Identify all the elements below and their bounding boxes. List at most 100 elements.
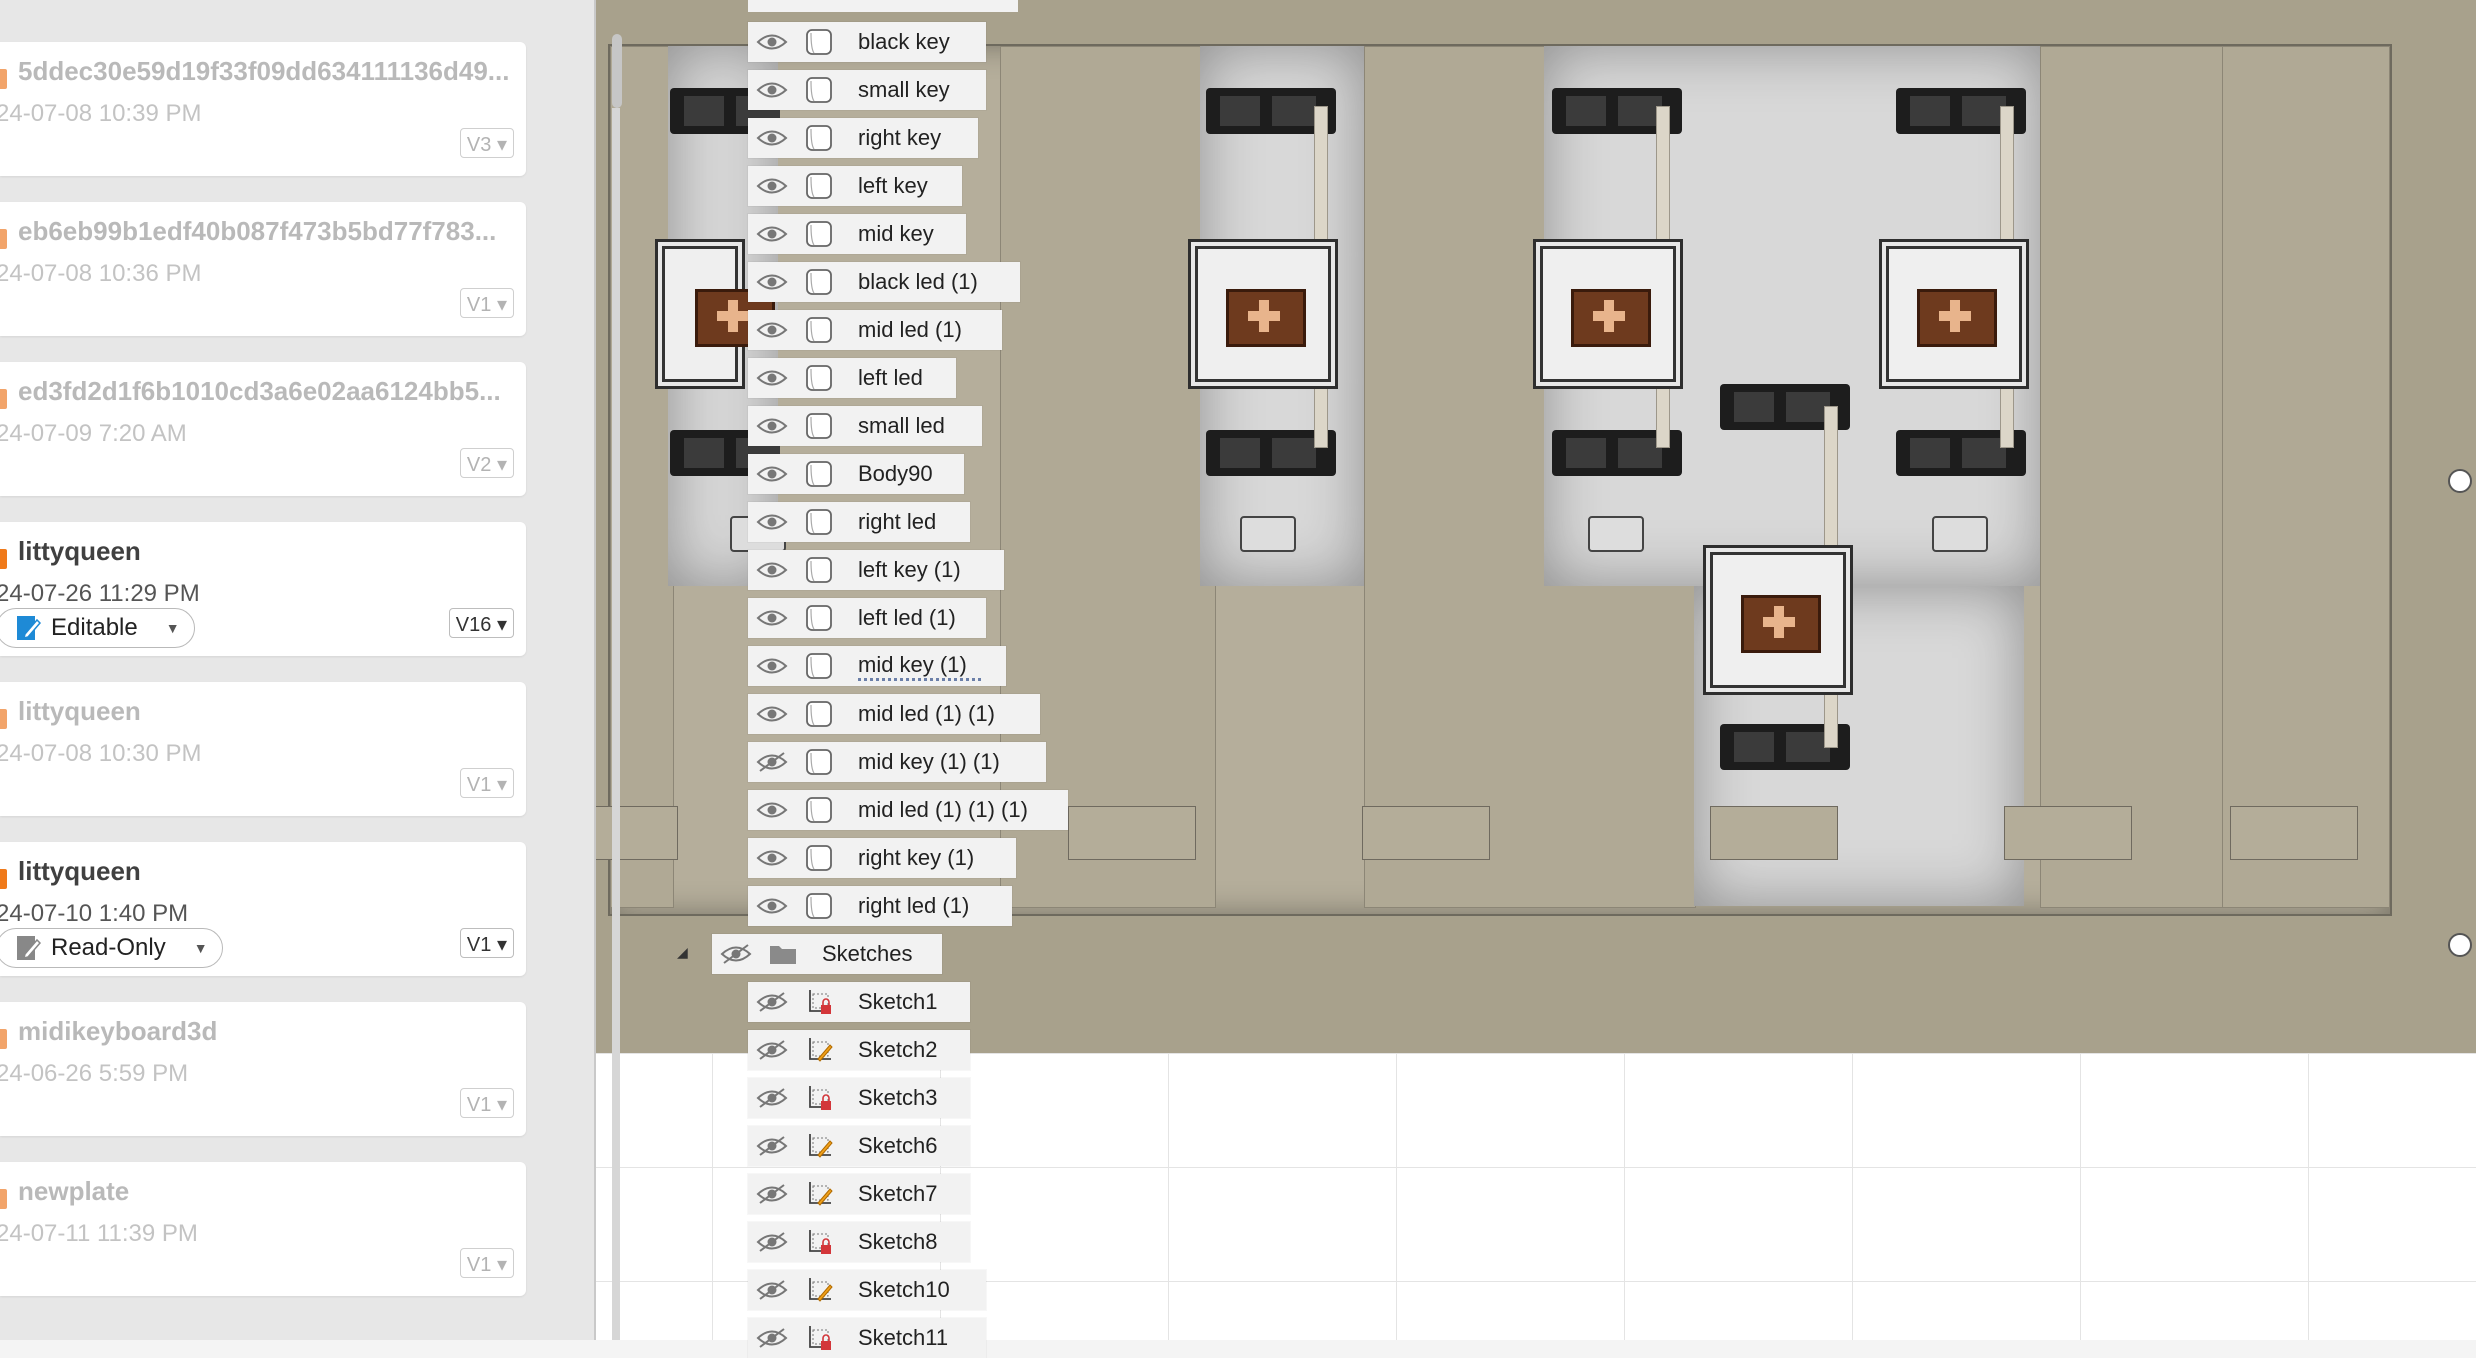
eye-icon[interactable]	[756, 463, 788, 485]
eye-icon[interactable]	[756, 223, 788, 245]
version-dropdown[interactable]: V3 ▾	[459, 128, 514, 158]
eye-hidden-icon[interactable]	[756, 991, 788, 1013]
eye-icon[interactable]	[756, 511, 788, 533]
eye-icon[interactable]	[756, 415, 788, 437]
browser-body-row[interactable]: right led (1)	[748, 886, 1012, 926]
eye-hidden-icon[interactable]	[756, 1183, 788, 1205]
browser-folder-sketches[interactable]: Sketches	[712, 934, 942, 974]
browser-sketch-row[interactable]: Sketch6	[748, 1126, 970, 1166]
version-dropdown[interactable]: V1 ▾	[459, 768, 514, 798]
version-dropdown[interactable]: V2 ▾	[459, 448, 514, 478]
browser-body-row[interactable]: right key	[748, 118, 978, 158]
browser-sketch-row[interactable]: Sketch8	[748, 1222, 970, 1262]
browser-body-row[interactable]: right key (1)	[748, 838, 1016, 878]
sketches-collapse-toggle[interactable]: ◢	[677, 944, 688, 961]
version-dropdown[interactable]: V16 ▾	[448, 608, 514, 638]
eye-icon[interactable]	[756, 271, 788, 293]
design-title: ed3fd2d1f6b1010cd3a6e02aa6124bb5...	[18, 376, 501, 406]
design-card[interactable]: 5ddec30e59d19f33f09dd634111136d49... 24-0…	[0, 42, 526, 176]
sketch-icon	[809, 1038, 833, 1062]
eye-hidden-icon[interactable]	[720, 943, 752, 965]
permission-dropdown[interactable]: Editable ▼	[0, 608, 195, 648]
body-icon	[806, 125, 832, 151]
browser-body-row[interactable]: small key	[748, 70, 986, 110]
eye-icon[interactable]	[756, 895, 788, 917]
version-dropdown[interactable]: V1 ▾	[459, 1248, 514, 1278]
eye-icon[interactable]	[756, 367, 788, 389]
eye-icon[interactable]	[756, 31, 788, 53]
design-card[interactable]: eb6eb99b1edf40b087f473b5bd77f783... 24-07…	[0, 202, 526, 336]
browser-row-partial[interactable]	[748, 0, 1018, 12]
design-card[interactable]: littyqueen 24-07-10 1:40 PM V1 ▾ Read-Only ▼	[0, 842, 526, 976]
led-component[interactable]	[1588, 516, 1644, 552]
permission-dropdown[interactable]: Read-Only ▼	[0, 928, 223, 968]
key-switch[interactable]	[1195, 246, 1331, 382]
eye-icon[interactable]	[756, 79, 788, 101]
browser-body-row[interactable]: Body90	[748, 454, 964, 494]
browser-sketch-row[interactable]: Sketch11	[748, 1318, 986, 1358]
design-color-stripe	[0, 389, 7, 409]
browser-body-row[interactable]: mid led (1) (1)	[748, 694, 1040, 734]
eye-icon[interactable]	[756, 655, 788, 677]
diode-component[interactable]	[670, 430, 780, 476]
eye-icon[interactable]	[756, 799, 788, 821]
led-component[interactable]	[1240, 516, 1296, 552]
browser-body-row[interactable]: left led	[748, 358, 956, 398]
eye-hidden-icon[interactable]	[756, 751, 788, 773]
browser-body-row[interactable]: small led	[748, 406, 982, 446]
body-label: left key (1)	[858, 557, 961, 582]
browser-sketch-row[interactable]: Sketch7	[748, 1174, 970, 1214]
eye-icon[interactable]	[756, 607, 788, 629]
browser-body-row[interactable]: mid led (1) (1) (1)	[748, 790, 1068, 830]
design-card[interactable]: littyqueen 24-07-26 11:29 PM V16 ▾ Editable…	[0, 522, 526, 656]
version-dropdown[interactable]: V1 ▾	[459, 1088, 514, 1118]
browser-body-row[interactable]: mid key (1) (1)	[748, 742, 1046, 782]
eye-icon[interactable]	[756, 319, 788, 341]
design-card[interactable]: littyqueen 24-07-08 10:30 PM V1 ▾	[0, 682, 526, 816]
key-switch[interactable]	[1540, 246, 1676, 382]
eye-icon[interactable]	[756, 847, 788, 869]
browser-body-row[interactable]: black led (1)	[748, 262, 1020, 302]
browser-body-row[interactable]: mid key	[748, 214, 966, 254]
eye-icon[interactable]	[756, 703, 788, 725]
version-dropdown[interactable]: V1 ▾	[459, 928, 514, 958]
eye-hidden-icon[interactable]	[756, 1279, 788, 1301]
body-label: right key (1)	[858, 845, 975, 870]
browser-body-row[interactable]: left key (1)	[748, 550, 1004, 590]
design-card[interactable]: ed3fd2d1f6b1010cd3a6e02aa6124bb5... 24-07…	[0, 362, 526, 496]
browser-sketch-row[interactable]: Sketch1	[748, 982, 970, 1022]
eye-icon[interactable]	[756, 559, 788, 581]
version-label: V1	[466, 294, 492, 316]
eye-hidden-icon[interactable]	[756, 1327, 788, 1349]
browser-body-row[interactable]: black key	[748, 22, 986, 62]
browser-body-row[interactable]: left key	[748, 166, 962, 206]
key-switch[interactable]	[1710, 552, 1846, 688]
diode-component[interactable]	[670, 88, 780, 134]
key-switch[interactable]	[1886, 246, 2022, 382]
version-dropdown[interactable]: V1 ▾	[459, 288, 514, 318]
resize-handle[interactable]	[2448, 933, 2472, 957]
eye-icon[interactable]	[756, 127, 788, 149]
eye-hidden-icon[interactable]	[756, 1135, 788, 1157]
design-card[interactable]: newplate 24-07-11 11:39 PM V1 ▾	[0, 1162, 526, 1296]
body-icon	[806, 653, 832, 679]
browser-body-row[interactable]: left led (1)	[748, 598, 986, 638]
browser-sketch-row[interactable]: Sketch10	[748, 1270, 986, 1310]
body-icon	[806, 173, 832, 199]
browser-body-row[interactable]: right led	[748, 502, 970, 542]
browser-scrollbar[interactable]	[612, 34, 622, 108]
browser-sketch-row[interactable]: Sketch2	[748, 1030, 970, 1070]
eye-hidden-icon[interactable]	[756, 1231, 788, 1253]
design-color-stripe	[0, 709, 7, 729]
eye-hidden-icon[interactable]	[756, 1087, 788, 1109]
browser-body-row[interactable]: mid key (1)	[748, 646, 1006, 686]
browser-sketch-row[interactable]: Sketch3	[748, 1078, 970, 1118]
design-card[interactable]: midikeyboard3d 24-06-26 5:59 PM V1 ▾	[0, 1002, 526, 1136]
resize-handle[interactable]	[2448, 469, 2472, 493]
led-component[interactable]	[1932, 516, 1988, 552]
eye-hidden-icon[interactable]	[756, 1039, 788, 1061]
key-switch[interactable]	[662, 246, 775, 382]
eye-icon[interactable]	[756, 175, 788, 197]
browser-body-row[interactable]: mid led (1)	[748, 310, 1002, 350]
version-label: V1	[466, 1094, 492, 1116]
